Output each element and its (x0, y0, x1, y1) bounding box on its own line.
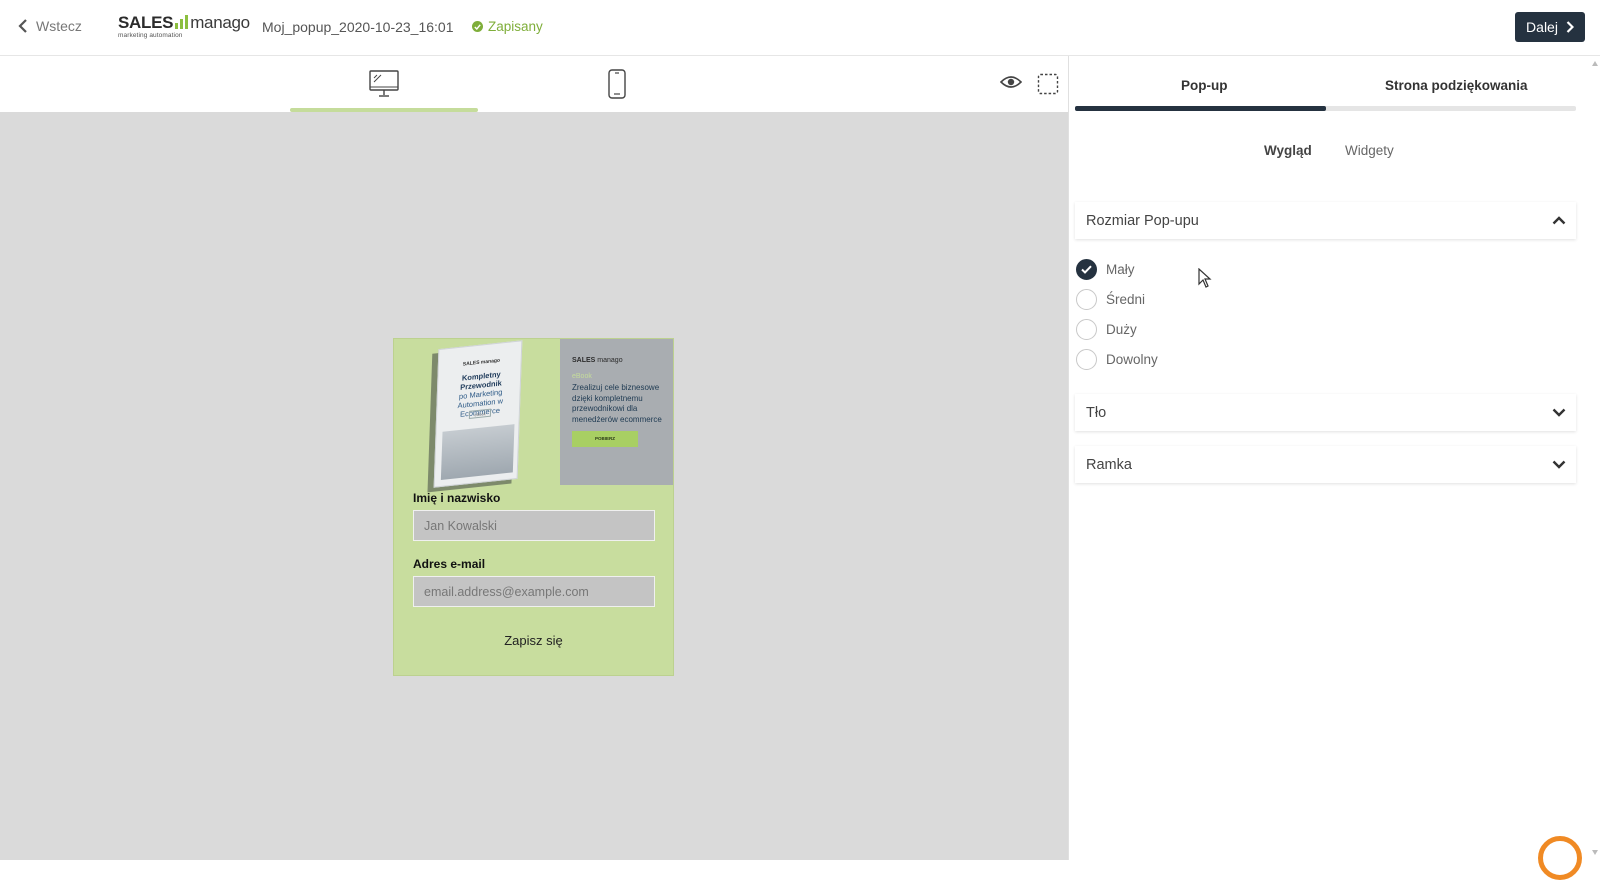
preview-eye-icon[interactable] (999, 74, 1023, 95)
document-title: Moj_popup_2020-10-23_16:01 (262, 19, 454, 35)
mouse-cursor-icon (1198, 267, 1212, 293)
size-option-large[interactable]: Duży (1076, 319, 1137, 340)
accordion-popup-size-title: Rozmiar Pop-upu (1086, 212, 1199, 229)
book-illustration (440, 424, 515, 480)
back-button[interactable]: Wstecz (18, 18, 82, 34)
banner-brand: SALES manago (572, 357, 623, 364)
banner-tag: eBook (572, 373, 592, 380)
accordion-background[interactable]: Tło (1075, 394, 1576, 431)
panel-scrollbar[interactable] (1590, 56, 1600, 860)
back-label: Wstecz (36, 18, 82, 34)
banner-right: SALES manago eBook Zrealizuj cele biznes… (560, 339, 673, 485)
size-option-custom-label: Dowolny (1106, 352, 1158, 367)
book-brand: SALES manago (462, 357, 501, 368)
tab-popup[interactable]: Pop-up (1181, 78, 1228, 93)
name-field[interactable] (413, 510, 655, 541)
name-field-label: Imię i nazwisko (413, 491, 501, 505)
top-bar: Wstecz SALES manago marketing automation… (0, 0, 1600, 56)
next-button[interactable]: Dalej (1515, 12, 1585, 42)
chevron-down-icon (1552, 460, 1566, 469)
subtab-appearance[interactable]: Wygląd (1264, 143, 1312, 158)
banner-text: Zrealizuj cele biznesowe dzięki kompletn… (572, 383, 662, 424)
logo-word-left: SALES (118, 13, 174, 32)
select-area-icon[interactable] (1037, 73, 1059, 100)
accordion-frame-title: Ramka (1086, 456, 1132, 473)
saved-status-label: Zapisany (488, 19, 543, 34)
salesmanago-logo: SALES manago marketing automation (118, 14, 250, 39)
book-tag: eBook (468, 408, 492, 419)
settings-panel: Pop-up Strona podziękowania Wygląd Widge… (1069, 56, 1600, 860)
tabs-active-indicator (1075, 106, 1326, 111)
size-option-custom[interactable]: Dowolny (1076, 349, 1158, 370)
subscribe-button[interactable]: Zapisz się (394, 633, 673, 648)
ebook-cover: SALES manago Kompletny Przewodnik po Mar… (433, 340, 523, 488)
chevron-left-icon (18, 19, 27, 33)
popup-preview[interactable]: SALES manago Kompletny Przewodnik po Mar… (393, 338, 674, 676)
chevron-down-icon (1552, 408, 1566, 417)
size-option-small[interactable]: Mały (1076, 259, 1135, 280)
device-toolbar (0, 56, 1068, 112)
size-option-medium[interactable]: Średni (1076, 289, 1145, 310)
logo-word-right: manago (190, 13, 250, 32)
desktop-icon (369, 70, 399, 97)
chevron-up-icon (1552, 216, 1566, 225)
size-option-small-label: Mały (1106, 262, 1135, 277)
accordion-frame[interactable]: Ramka (1075, 446, 1576, 483)
next-button-label: Dalej (1526, 19, 1558, 35)
accordion-background-title: Tło (1086, 404, 1107, 421)
radio-unchecked-icon[interactable] (1076, 349, 1097, 370)
email-field-label: Adres e-mail (413, 557, 486, 571)
chevron-right-icon (1566, 21, 1574, 33)
logo-subtitle: marketing automation (118, 32, 183, 39)
email-field[interactable] (413, 576, 655, 607)
banner-brand-left: SALES (572, 357, 596, 364)
banner-download-button: POBIERZ (572, 431, 638, 447)
size-option-large-label: Duży (1106, 322, 1137, 337)
mobile-view-button[interactable] (590, 56, 644, 112)
tab-thank-you-page[interactable]: Strona podziękowania (1385, 78, 1528, 93)
radio-checked-icon[interactable] (1076, 259, 1097, 280)
subtab-widgets[interactable]: Widgety (1345, 143, 1394, 158)
help-widget-icon[interactable] (1538, 836, 1582, 880)
radio-unchecked-icon[interactable] (1076, 289, 1097, 310)
saved-status: Zapisany (472, 19, 543, 34)
logo-bars-icon (175, 15, 189, 29)
desktop-view-button[interactable] (290, 56, 478, 112)
size-option-medium-label: Średni (1106, 292, 1146, 307)
accordion-popup-size[interactable]: Rozmiar Pop-upu (1075, 202, 1576, 239)
check-circle-icon (472, 21, 483, 32)
mobile-icon (608, 69, 626, 99)
ebook-banner-image: SALES manago Kompletny Przewodnik po Mar… (394, 339, 673, 488)
radio-unchecked-icon[interactable] (1076, 319, 1097, 340)
banner-brand-right: manago (597, 357, 623, 364)
